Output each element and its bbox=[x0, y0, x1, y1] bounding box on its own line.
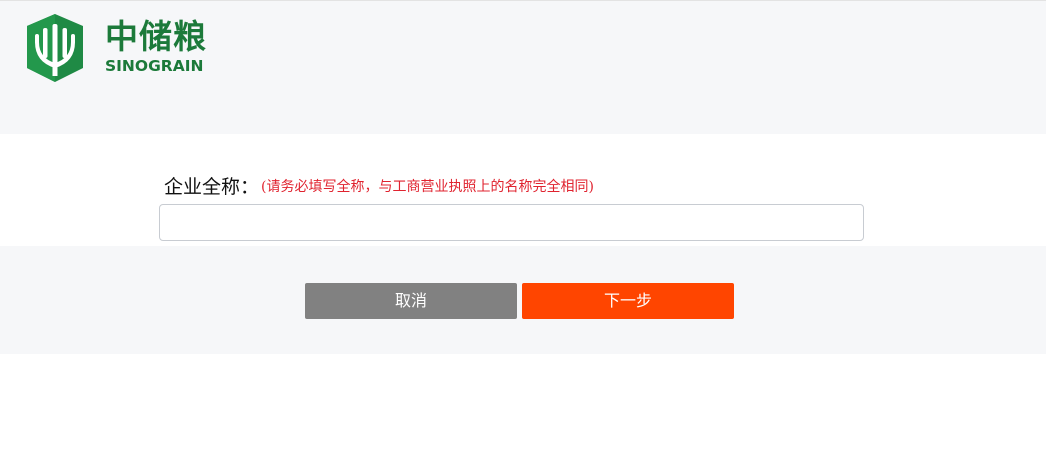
company-name-label: 企业全称： bbox=[164, 176, 260, 198]
company-name-input[interactable] bbox=[159, 204, 864, 241]
company-name-hint: (请务必填写全称，与工商营业执照上的名称完全相同) bbox=[261, 178, 594, 195]
next-step-button[interactable]: 下一步 bbox=[522, 283, 734, 319]
logo-english-name: SINOGRAIN bbox=[105, 57, 204, 75]
company-name-form: 企业全称： (请务必填写全称，与工商营业执照上的名称完全相同) bbox=[0, 134, 1046, 246]
sinograin-emblem-icon bbox=[27, 14, 83, 82]
logo-chinese-name: 中储粮 bbox=[105, 17, 207, 56]
cancel-button[interactable]: 取消 bbox=[305, 283, 517, 319]
form-actions: 取消 下一步 bbox=[0, 246, 1046, 354]
sinograin-logo: 中储粮 SINOGRAIN bbox=[21, 12, 226, 84]
header: 中储粮 SINOGRAIN bbox=[0, 0, 1046, 134]
company-name-label-row: 企业全称： (请务必填写全称，与工商营业执照上的名称完全相同) bbox=[164, 172, 594, 199]
